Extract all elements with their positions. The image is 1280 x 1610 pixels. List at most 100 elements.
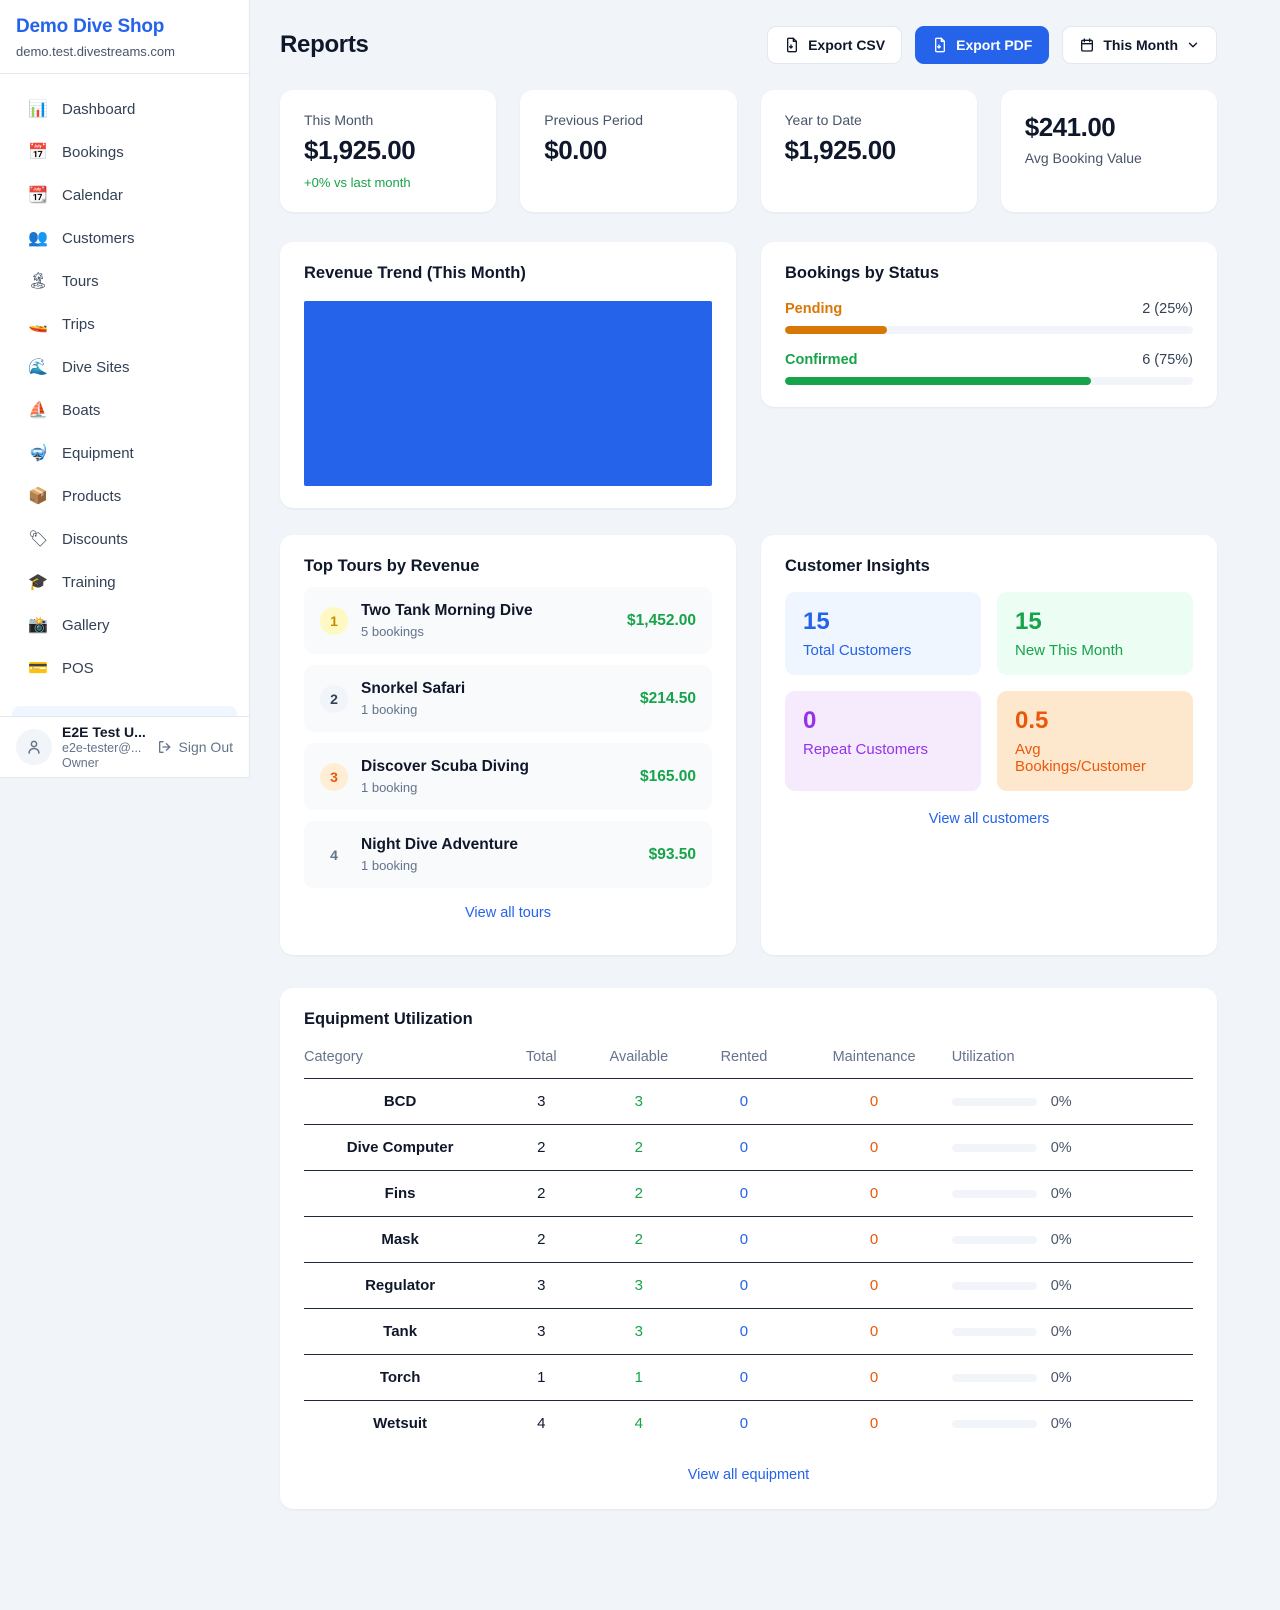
equipment-rented: 0 (691, 1079, 796, 1125)
equipment-available: 3 (586, 1263, 691, 1309)
diving-mask-icon: 🤿 (28, 443, 48, 465)
utilization-percent: 0% (1051, 1324, 1072, 1340)
people-icon: 👥 (28, 228, 48, 250)
equipment-category: Tank (304, 1309, 496, 1355)
progress-track (785, 377, 1193, 385)
sidebar-item-pos[interactable]: 💳POS (12, 648, 237, 690)
sidebar-item-dashboard[interactable]: 📊Dashboard (12, 89, 237, 131)
user-name: E2E Test U... (62, 724, 146, 740)
table-header-row: Category Total Available Rented Maintena… (304, 1049, 1193, 1079)
sidebar-item-boats[interactable]: ⛵Boats (12, 390, 237, 432)
insights-row: Top Tours by Revenue 1 Two Tank Morning … (280, 535, 1217, 955)
equipment-category: Fins (304, 1171, 496, 1217)
shop-name[interactable]: Demo Dive Shop (16, 16, 233, 38)
tour-revenue: $214.50 (628, 690, 696, 708)
sidebar-item-dive-sites[interactable]: 🌊Dive Sites (12, 347, 237, 389)
user-info: E2E Test U... e2e-tester@... Owner (62, 724, 146, 770)
status-label: Confirmed (785, 352, 858, 368)
equipment-total: 4 (496, 1401, 586, 1447)
progress-track (785, 326, 1193, 334)
export-csv-button[interactable]: Export CSV (767, 26, 902, 64)
insight-label: Total Customers (803, 642, 963, 659)
sidebar-item-label: Customers (62, 228, 135, 250)
main-content: Reports Export CSV Export PDF This Month… (250, 0, 1280, 1509)
utilization-bar (952, 1374, 1037, 1382)
utilization-bar (952, 1190, 1037, 1198)
page-title: Reports (280, 31, 369, 59)
sidebar-item-customers[interactable]: 👥 Customers (12, 218, 237, 260)
equipment-available: 3 (586, 1079, 691, 1125)
tour-list-item[interactable]: 3 Discover Scuba Diving 1 booking $165.0… (304, 743, 712, 810)
top-tours-card: Top Tours by Revenue 1 Two Tank Morning … (280, 535, 736, 955)
revenue-trend-chart (304, 301, 712, 486)
sidebar-item-bookings[interactable]: 📅Bookings (12, 132, 237, 174)
sidebar-item-label: Tours (62, 271, 99, 293)
avatar (16, 729, 52, 765)
sidebar-item-label: Training (62, 572, 116, 594)
insight-tile-total-customers: 15 Total Customers (785, 592, 981, 675)
equipment-rented: 0 (691, 1171, 796, 1217)
stat-value: $241.00 (1025, 112, 1193, 143)
progress-fill (785, 377, 1091, 385)
progress-fill (785, 326, 887, 334)
stat-card-previous-period: Previous Period $0.00 (520, 90, 736, 212)
view-all-customers-link[interactable]: View all customers (785, 811, 1193, 827)
utilization-percent: 0% (1051, 1186, 1072, 1202)
user-section: E2E Test U... e2e-tester@... Owner Sign … (0, 716, 249, 777)
sailboat-icon: ⛵ (28, 400, 48, 422)
tour-revenue: $165.00 (628, 768, 696, 786)
sidebar: Demo Dive Shop demo.test.divestreams.com… (0, 0, 250, 778)
sidebar-item-training[interactable]: 🎓Training (12, 562, 237, 604)
equipment-utilization-card: Equipment Utilization Category Total Ava… (280, 988, 1217, 1509)
tour-list-item[interactable]: 4 Night Dive Adventure 1 booking $93.50 (304, 821, 712, 888)
sidebar-item-label: Dive Sites (62, 357, 130, 379)
sidebar-item-trips[interactable]: 🚤Trips (12, 304, 237, 346)
export-pdf-button[interactable]: Export PDF (915, 26, 1049, 64)
equipment-maintenance: 0 (797, 1079, 952, 1125)
view-all-equipment-link[interactable]: View all equipment (304, 1467, 1193, 1483)
utilization-percent: 0% (1051, 1094, 1072, 1110)
equipment-available: 4 (586, 1401, 691, 1447)
sidebar-item-label: POS (62, 658, 94, 680)
period-dropdown[interactable]: This Month (1062, 26, 1217, 64)
sidebar-item-discounts[interactable]: 🏷Discounts (12, 519, 237, 561)
column-header: Total (496, 1049, 586, 1079)
stat-label: Previous Period (544, 112, 712, 128)
sidebar-item-gallery[interactable]: 📸Gallery (12, 605, 237, 647)
top-tours-title: Top Tours by Revenue (304, 557, 712, 576)
equipment-rented: 0 (691, 1355, 796, 1401)
equipment-total: 3 (496, 1263, 586, 1309)
sidebar-item-equipment[interactable]: 🤿Equipment (12, 433, 237, 475)
sign-out-button[interactable]: Sign Out (157, 739, 233, 755)
sidebar-item-calendar[interactable]: 📆Calendar (12, 175, 237, 217)
logout-icon (157, 739, 173, 755)
utilization-bar (952, 1098, 1037, 1106)
export-pdf-label: Export PDF (956, 37, 1032, 53)
sign-out-label: Sign Out (179, 739, 233, 755)
stat-card-this-month: This Month $1,925.00 +0% vs last month (280, 90, 496, 212)
equipment-rented: 0 (691, 1401, 796, 1447)
tour-list-item[interactable]: 2 Snorkel Safari 1 booking $214.50 (304, 665, 712, 732)
sidebar-item-products[interactable]: 📦Products (12, 476, 237, 518)
stat-change: +0% vs last month (304, 175, 472, 190)
equipment-maintenance: 0 (797, 1263, 952, 1309)
column-header: Utilization (952, 1049, 1193, 1079)
insight-label: New This Month (1015, 642, 1175, 659)
equipment-total: 1 (496, 1355, 586, 1401)
speedboat-icon: 🚤 (28, 314, 48, 336)
equipment-available: 1 (586, 1355, 691, 1401)
status-count: 2 (25%) (1142, 301, 1193, 317)
column-header: Category (304, 1049, 496, 1079)
tour-list-item[interactable]: 1 Two Tank Morning Dive 5 bookings $1,45… (304, 587, 712, 654)
equipment-category: Mask (304, 1217, 496, 1263)
utilization-percent: 0% (1051, 1278, 1072, 1294)
sidebar-item-tours[interactable]: 🏝Tours (12, 261, 237, 303)
view-all-tours-link[interactable]: View all tours (304, 905, 712, 921)
equipment-category: Torch (304, 1355, 496, 1401)
equipment-rented: 0 (691, 1263, 796, 1309)
insight-value: 0 (803, 707, 963, 735)
sidebar-item-reports[interactable] (12, 706, 237, 716)
utilization-bar (952, 1328, 1037, 1336)
tour-bookings: 1 booking (361, 858, 518, 873)
equipment-total: 2 (496, 1217, 586, 1263)
